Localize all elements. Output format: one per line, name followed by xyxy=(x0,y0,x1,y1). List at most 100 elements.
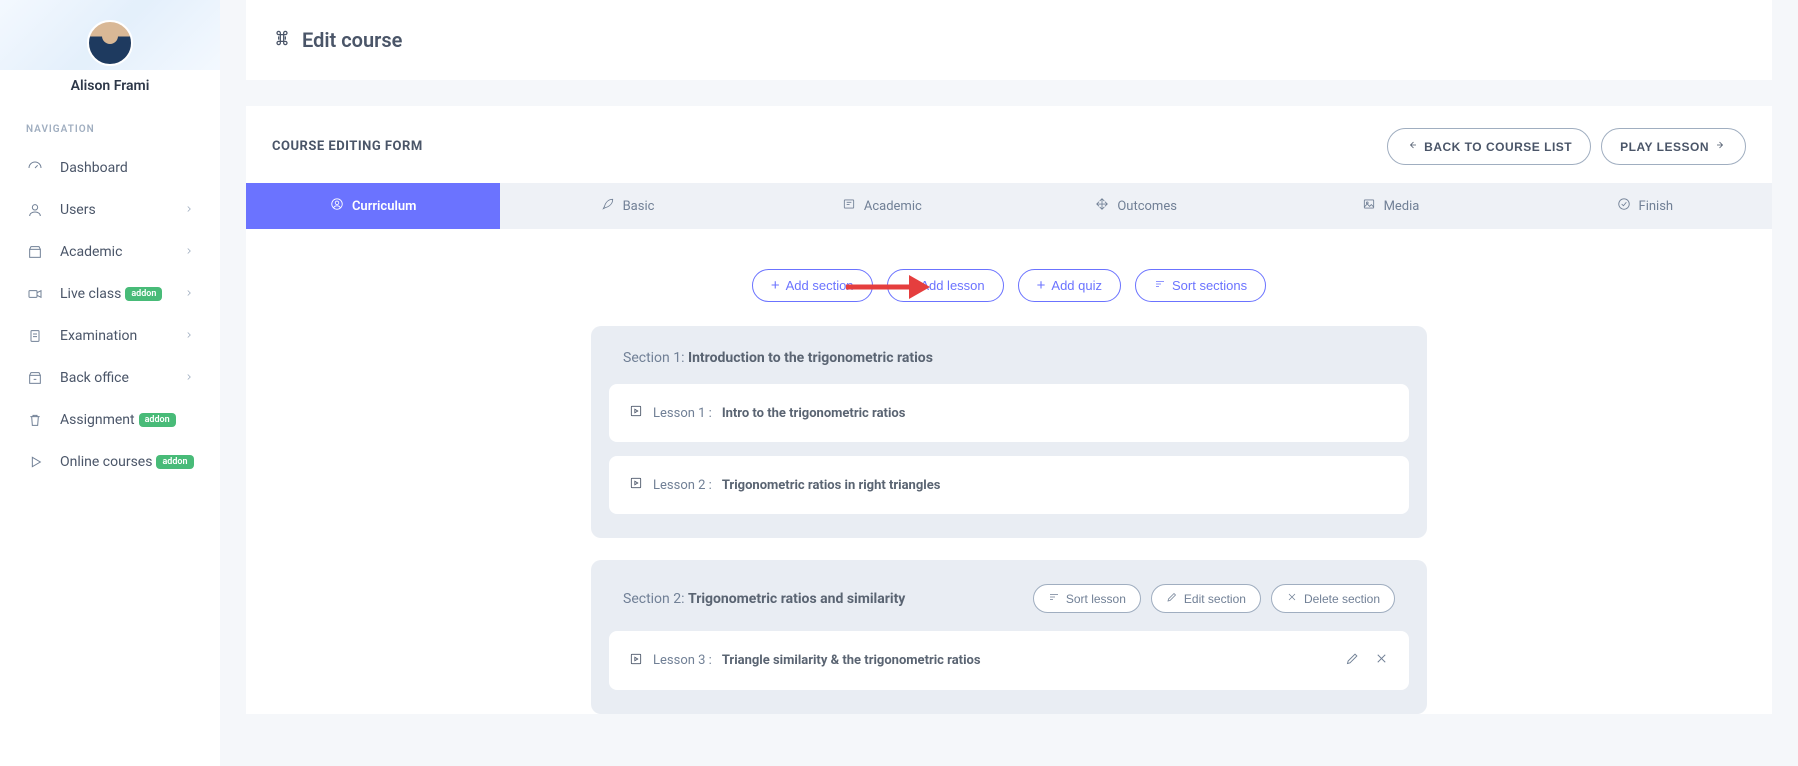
sidebar-item-assignment[interactable]: Assignment addon xyxy=(0,399,220,441)
edit-lesson-button[interactable] xyxy=(1345,651,1360,670)
lesson-actions xyxy=(1345,651,1389,670)
panel-header: COURSE EDITING FORM BACK TO COURSE LIST … xyxy=(246,106,1772,183)
lesson-card[interactable]: Lesson 2 : Trigonometric ratios in right… xyxy=(609,456,1409,514)
delete-lesson-button[interactable] xyxy=(1374,651,1389,670)
play-square-icon xyxy=(629,476,643,494)
sidebar-item-academic[interactable]: Academic xyxy=(0,231,220,273)
section-title: Section 1: Introduction to the trigonome… xyxy=(623,350,933,366)
sort-sections-button[interactable]: Sort sections xyxy=(1135,269,1266,302)
chevron-right-icon xyxy=(184,328,194,344)
button-label: Sort lesson xyxy=(1066,592,1126,606)
page-title: Edit course xyxy=(302,28,402,52)
section-name: Trigonometric ratios and similarity xyxy=(688,591,905,607)
plus-icon: + xyxy=(1037,278,1046,293)
arrow-right-icon xyxy=(1715,139,1727,154)
lesson-title: Triangle similarity & the trigonometric … xyxy=(722,653,981,668)
sort-icon xyxy=(1154,278,1166,293)
button-label: PLAY LESSON xyxy=(1620,140,1709,154)
sidebar-item-label: Users xyxy=(60,202,96,218)
main-content: Edit course COURSE EDITING FORM BACK TO … xyxy=(220,0,1798,766)
addon-badge: addon xyxy=(139,413,176,427)
tab-label: Academic xyxy=(864,199,922,214)
move-icon xyxy=(1095,197,1109,215)
lesson-card[interactable]: Lesson 3 : Triangle similarity & the tri… xyxy=(609,631,1409,690)
section-header: Section 1: Introduction to the trigonome… xyxy=(609,350,1409,384)
gauge-icon xyxy=(26,159,44,177)
sort-lesson-button[interactable]: Sort lesson xyxy=(1033,584,1141,613)
sidebar-item-label: Academic xyxy=(60,244,122,260)
tab-label: Media xyxy=(1384,199,1420,214)
lesson-prefix: Lesson 3 : xyxy=(653,653,712,668)
sidebar-item-label: Back office xyxy=(60,370,129,386)
sidebar-item-label: Assignment xyxy=(60,412,135,428)
tab-academic[interactable]: Academic xyxy=(755,183,1009,229)
feather-icon xyxy=(601,197,615,215)
back-to-course-list-button[interactable]: BACK TO COURSE LIST xyxy=(1387,128,1591,165)
section-card: Section 2: Trigonometric ratios and simi… xyxy=(591,560,1427,714)
plus-icon: + xyxy=(771,278,780,293)
profile-name: Alison Frami xyxy=(0,78,220,94)
sidebar-item-examination[interactable]: Examination xyxy=(0,315,220,357)
command-icon xyxy=(272,28,292,52)
tab-label: Curriculum xyxy=(352,199,416,214)
tab-finish[interactable]: Finish xyxy=(1518,183,1772,229)
sidebar-item-dashboard[interactable]: Dashboard xyxy=(0,147,220,189)
tab-label: Finish xyxy=(1639,199,1674,214)
close-icon xyxy=(1286,591,1298,606)
sidebar-item-label: Dashboard xyxy=(60,160,128,176)
archive-icon xyxy=(26,369,44,387)
tab-curriculum[interactable]: Curriculum xyxy=(246,183,500,229)
sidebar-item-online-courses[interactable]: Online courses addon xyxy=(0,441,220,483)
tabs: Curriculum Basic Academic Outcomes Media xyxy=(246,183,1772,229)
image-icon xyxy=(1362,197,1376,215)
tab-basic[interactable]: Basic xyxy=(500,183,754,229)
newspaper-icon xyxy=(842,197,856,215)
play-icon xyxy=(26,453,44,471)
arrow-left-icon xyxy=(1406,139,1418,154)
edit-section-button[interactable]: Edit section xyxy=(1151,584,1261,613)
check-circle-icon xyxy=(1617,197,1631,215)
section-name: Introduction to the trigonometric ratios xyxy=(688,350,933,366)
button-label: BACK TO COURSE LIST xyxy=(1424,140,1572,154)
profile-block: Alison Frami xyxy=(0,0,220,104)
action-row: + Add section + Add lesson + Add quiz So… xyxy=(246,229,1772,326)
section-prefix: Section 1 xyxy=(623,350,681,366)
play-lesson-button[interactable]: PLAY LESSON xyxy=(1601,128,1746,165)
chevron-right-icon xyxy=(184,370,194,386)
sidebar-item-back-office[interactable]: Back office xyxy=(0,357,220,399)
section-card: Section 1: Introduction to the trigonome… xyxy=(591,326,1427,538)
nav-section-label: NAVIGATION xyxy=(0,104,220,147)
section-prefix: Section 2 xyxy=(623,591,681,607)
sidebar-item-live-class[interactable]: Live class addon xyxy=(0,273,220,315)
course-editor-panel: COURSE EDITING FORM BACK TO COURSE LIST … xyxy=(246,106,1772,714)
sidebar-item-users[interactable]: Users xyxy=(0,189,220,231)
sort-icon xyxy=(1048,591,1060,606)
tab-outcomes[interactable]: Outcomes xyxy=(1009,183,1263,229)
button-label: Sort sections xyxy=(1172,278,1247,293)
avatar[interactable] xyxy=(87,20,133,66)
page-header: Edit course xyxy=(246,0,1772,80)
button-label: Edit section xyxy=(1184,592,1246,606)
delete-section-button[interactable]: Delete section xyxy=(1271,584,1395,613)
tab-media[interactable]: Media xyxy=(1263,183,1517,229)
lesson-prefix: Lesson 1 : xyxy=(653,406,712,421)
panel-header-actions: BACK TO COURSE LIST PLAY LESSON xyxy=(1387,128,1746,165)
lesson-title: Intro to the trigonometric ratios xyxy=(722,406,906,421)
section-title: Section 2: Trigonometric ratios and simi… xyxy=(623,591,905,607)
lesson-prefix: Lesson 2 : xyxy=(653,478,712,493)
section-header: Section 2: Trigonometric ratios and simi… xyxy=(609,584,1409,631)
lesson-card[interactable]: Lesson 1 : Intro to the trigonometric ra… xyxy=(609,384,1409,442)
chevron-right-icon xyxy=(184,202,194,218)
sidebar: Alison Frami NAVIGATION Dashboard Users … xyxy=(0,0,220,766)
add-quiz-button[interactable]: + Add quiz xyxy=(1018,269,1121,302)
clipboard-icon xyxy=(26,327,44,345)
tab-label: Outcomes xyxy=(1117,199,1177,214)
red-arrow-annotation xyxy=(844,273,930,305)
button-label: Delete section xyxy=(1304,592,1380,606)
store-icon xyxy=(26,243,44,261)
tab-label: Basic xyxy=(623,199,655,214)
trash-icon xyxy=(26,411,44,429)
pencil-icon xyxy=(1166,591,1178,606)
button-label: Add quiz xyxy=(1051,278,1102,293)
play-square-icon xyxy=(629,404,643,422)
